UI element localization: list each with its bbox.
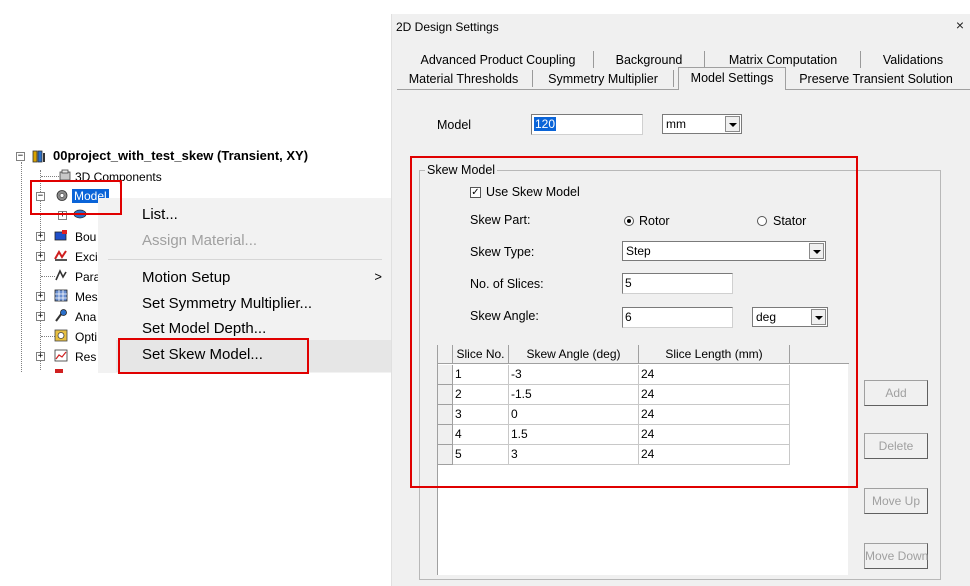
tab-divider (593, 51, 594, 68)
menu-item-motion-setup[interactable]: Motion Setup (142, 269, 230, 286)
tree-collapse-toggle[interactable]: − (16, 152, 25, 161)
tree-item-excitations[interactable]: Exci (75, 250, 98, 264)
submenu-arrow-icon: > (374, 269, 382, 284)
annotation-highlight-skew-model-group (410, 156, 858, 488)
tree-expand-toggle[interactable]: + (36, 232, 45, 241)
results-icon (54, 349, 68, 362)
model-label: Model (437, 118, 472, 132)
tab-panel-border (786, 89, 970, 90)
tree-expand-toggle[interactable]: + (36, 352, 45, 361)
tree-expand-toggle[interactable]: + (36, 312, 45, 321)
annotation-highlight-model (30, 180, 122, 215)
menu-item-set-symmetry-multiplier[interactable]: Set Symmetry Multiplier... (142, 295, 312, 312)
add-button[interactable]: Add (864, 380, 928, 406)
tree-item-boundaries[interactable]: Bou (75, 230, 96, 244)
tab-divider (860, 51, 861, 68)
tab-model-settings[interactable]: Model Settings (678, 67, 786, 90)
tree-item-analysis[interactable]: Ana (75, 310, 96, 324)
delete-button[interactable]: Delete (864, 433, 928, 459)
parameters-icon (55, 269, 67, 281)
tab-divider (673, 70, 674, 87)
boundaries-icon (54, 230, 67, 241)
tree-item-icon (55, 369, 63, 373)
tab-panel-border (397, 89, 678, 90)
model-depth-value: 120 (534, 117, 557, 131)
tree-connector (41, 336, 55, 337)
tree-item-results[interactable]: Res (75, 350, 96, 364)
move-down-button[interactable]: Move Down (864, 543, 928, 569)
menu-item-set-model-depth[interactable]: Set Model Depth... (142, 320, 266, 337)
close-icon[interactable]: × (956, 17, 964, 33)
menu-item-assign-material: Assign Material... (142, 232, 258, 249)
mesh-icon (54, 289, 68, 302)
tab-advanced-product-coupling[interactable]: Advanced Product Coupling (408, 51, 588, 70)
tree-item-mesh[interactable]: Mes (75, 290, 98, 304)
model-unit-select[interactable]: mm (662, 114, 742, 134)
tree-expand-toggle[interactable]: + (36, 292, 45, 301)
tab-validations[interactable]: Validations (866, 51, 960, 70)
tree-connector (41, 276, 55, 277)
project-icon (32, 150, 45, 163)
tab-preserve-transient-solution[interactable]: Preserve Transient Solution (792, 70, 960, 89)
tab-divider (532, 70, 533, 87)
tab-divider (704, 51, 705, 68)
tree-item-parameters[interactable]: Para (75, 270, 100, 284)
optimetrics-icon (54, 329, 68, 342)
tree-root-project[interactable]: 00project_with_test_skew (Transient, XY) (53, 148, 308, 163)
dialog-title: 2D Design Settings (396, 20, 499, 34)
tree-item-optimetrics[interactable]: Opti (75, 330, 97, 344)
analysis-icon (55, 309, 67, 322)
menu-separator (108, 259, 382, 260)
annotation-highlight-set-skew-model (118, 338, 309, 374)
dropdown-arrow-icon[interactable] (725, 116, 740, 132)
tree-connector (21, 162, 22, 372)
menu-item-list[interactable]: List... (142, 206, 178, 223)
move-up-button[interactable]: Move Up (864, 488, 928, 514)
tab-material-thresholds[interactable]: Material Thresholds (400, 70, 527, 89)
tree-expand-toggle[interactable]: + (36, 252, 45, 261)
model-depth-input[interactable]: 120 (531, 114, 643, 135)
tab-symmetry-multiplier[interactable]: Symmetry Multiplier (538, 70, 668, 89)
excitations-icon (54, 250, 67, 261)
model-unit-value: mm (666, 117, 686, 131)
